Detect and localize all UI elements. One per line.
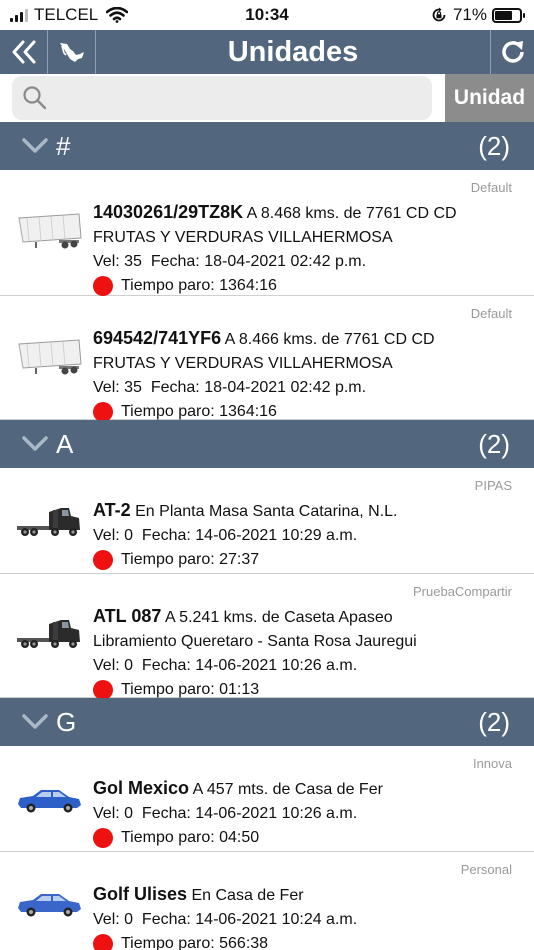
truck-icon (17, 508, 80, 536)
section-letter: A (56, 429, 74, 459)
unit-info: 694542/741YF6 A 8.466 kms. de 7761 CD CD… (93, 326, 524, 424)
unit-info: Golf Ulises En Casa de Fer Vel: 0 Fecha:… (93, 882, 524, 950)
unit-location-cont: FRUTAS Y VERDURAS VILLAHERMOSA (93, 229, 393, 246)
search-box (12, 76, 432, 120)
unit-stop-time: Tiempo paro: 04:50 (121, 829, 260, 846)
search-row: Unidad (0, 74, 534, 122)
unit-location: En Casa de Fer (191, 887, 304, 904)
back-button[interactable] (0, 30, 48, 74)
unit-stop-time: Tiempo paro: 27:37 (121, 551, 260, 568)
unit-speed: Vel: 0 (93, 527, 134, 544)
rotation-lock-icon (432, 7, 446, 22)
unit-group: PruebaCompartir (413, 584, 512, 599)
unit-group: PIPAS (474, 478, 512, 493)
mexico-map-icon (59, 43, 84, 62)
unit-name: 694542/741YF6 (93, 328, 222, 348)
unit-date: Fecha: 18-04-2021 02:42 p.m. (150, 379, 367, 396)
chevron-down-icon (22, 714, 48, 729)
car-icon (18, 790, 81, 813)
status-dot (93, 402, 113, 422)
status-dot (93, 828, 113, 848)
unit-name: 14030261/29TZ8K (93, 202, 244, 222)
unit-date: Fecha: 18-04-2021 02:42 p.m. (150, 253, 367, 270)
unit-row[interactable]: PIPAS AT-2 En Planta Masa Santa Catarina… (0, 468, 534, 574)
battery-percent: 71% (452, 5, 487, 24)
unit-location: A 5.241 kms. de Caseta Apaseo (164, 609, 393, 626)
unit-date: Fecha: 14-06-2021 10:29 a.m. (141, 527, 358, 544)
unit-location-cont: FRUTAS Y VERDURAS VILLAHERMOSA (93, 355, 393, 372)
section-count: (2) (478, 429, 510, 459)
chevron-down-icon (22, 138, 48, 153)
unit-name: ATL 087 (93, 606, 162, 626)
unit-info: Gol Mexico A 457 mts. de Casa de Fer Vel… (93, 776, 524, 850)
status-dot (93, 680, 113, 700)
unit-name: Golf Ulises (93, 884, 188, 904)
unit-speed: Vel: 0 (93, 657, 134, 674)
car-icon (18, 894, 81, 917)
unit-date: Fecha: 14-06-2021 10:24 a.m. (141, 911, 358, 928)
unit-row[interactable]: Default 694542/741YF6 A 8.466 kms. de 77… (0, 296, 534, 422)
unit-name: AT-2 (93, 500, 131, 520)
section-count: (2) (478, 707, 510, 737)
status-dot (93, 276, 113, 296)
unit-row[interactable]: PruebaCompartir ATL 087 A 5.241 kms. de … (0, 574, 534, 700)
unit-speed: Vel: 35 (93, 253, 142, 270)
unit-location: En Planta Masa Santa Catarina, N.L. (135, 503, 398, 520)
trailer-icon (18, 339, 82, 375)
section-header-g[interactable]: G (2) (0, 698, 534, 746)
unit-row[interactable]: Innova Gol Mexico A 457 mts. de Casa de … (0, 746, 534, 852)
unit-group: Innova (472, 756, 512, 771)
section-letter: # (56, 131, 71, 161)
unit-group: Default (470, 180, 512, 195)
unit-location: A 457 mts. de Casa de Fer (192, 781, 383, 798)
refresh-icon (501, 41, 524, 63)
unit-stop-time: Tiempo paro: 566:38 (121, 935, 269, 950)
status-bar: TELCEL 10:34 71% (0, 0, 534, 30)
unidad-filter-button[interactable]: Unidad (445, 74, 534, 122)
status-dot (93, 934, 113, 950)
nav-bar: Unidades (0, 30, 534, 74)
unit-speed: Vel: 35 (93, 379, 142, 396)
unit-info: ATL 087 A 5.241 kms. de Caseta Apaseo Li… (93, 604, 524, 702)
unit-group: Default (470, 306, 512, 321)
unit-date: Fecha: 14-06-2021 10:26 a.m. (141, 805, 358, 822)
unit-row[interactable]: Personal Golf Ulises En Casa de Fer Vel:… (0, 852, 534, 950)
unit-name: Gol Mexico (93, 778, 190, 798)
search-icon (23, 86, 47, 110)
section-header-a[interactable]: A (2) (0, 420, 534, 468)
section-header-hash[interactable]: # (2) (0, 122, 534, 170)
battery-fill (495, 10, 513, 20)
trailer-icon (18, 213, 82, 249)
unit-speed: Vel: 0 (93, 805, 134, 822)
status-dot (93, 550, 113, 570)
unit-location: A 8.466 kms. de 7761 CD CD (224, 331, 435, 348)
page-title: Unidades (227, 36, 359, 68)
unit-location-cont: Libramiento Queretaro - Santa Rosa Jaure… (93, 633, 417, 650)
unit-stop-time: Tiempo paro: 1364:16 (121, 277, 277, 294)
unit-group: Personal (460, 862, 512, 877)
section-letter: G (56, 707, 77, 737)
unit-location: A 8.468 kms. de 7761 CD CD (246, 205, 457, 222)
unit-info: AT-2 En Planta Masa Santa Catarina, N.L.… (93, 498, 524, 572)
status-right: 71% (431, 5, 525, 25)
refresh-button[interactable] (490, 30, 534, 74)
map-button[interactable] (48, 30, 96, 74)
chevron-down-icon (22, 436, 48, 451)
unit-row[interactable]: Default 14030261/29TZ8K A 8.468 kms. de … (0, 170, 534, 296)
truck-icon (17, 620, 80, 648)
section-count: (2) (478, 131, 510, 161)
unit-speed: Vel: 0 (93, 911, 134, 928)
search-input[interactable] (56, 76, 426, 120)
double-chevron-left-icon (12, 40, 35, 64)
battery-icon (492, 7, 525, 23)
unit-date: Fecha: 14-06-2021 10:26 a.m. (141, 657, 358, 674)
unit-info: 14030261/29TZ8K A 8.468 kms. de 7761 CD … (93, 200, 524, 298)
